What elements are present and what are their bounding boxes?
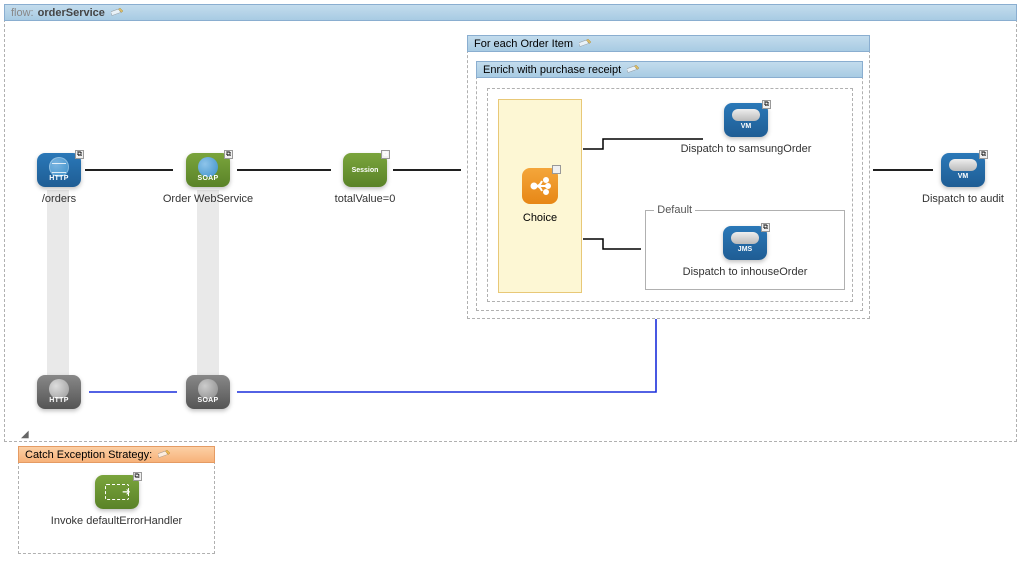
vm-icon: ⧉ — [724, 103, 768, 137]
config-badge-icon: ⧉ — [762, 100, 771, 109]
soap-response[interactable]: SOAP — [158, 375, 258, 409]
jms-inhouse-label: Dispatch to inhouseOrder — [655, 266, 835, 278]
enricher-scope[interactable]: Enrich with purchase receipt Choice ⧉ — [476, 61, 863, 311]
edit-icon[interactable] — [579, 37, 593, 50]
session-variable-label: totalValue=0 — [315, 193, 415, 205]
enricher-header[interactable]: Enrich with purchase receipt — [476, 61, 863, 78]
vm-samsung-label: Dispatch to samsungOrder — [656, 143, 836, 155]
exception-strategy-scope[interactable]: Catch Exception Strategy: ⧉ Invoke defau… — [18, 446, 215, 554]
flow-header[interactable]: flow: orderService — [4, 4, 1017, 21]
vm-audit-label: Dispatch to audit — [903, 193, 1023, 205]
session-icon: Session ⧉ — [343, 153, 387, 187]
exception-title: Catch Exception Strategy: — [25, 449, 152, 461]
soap-icon: SOAP ⧉ — [186, 153, 230, 187]
jms-icon: ⧉ — [723, 226, 767, 260]
edit-icon[interactable] — [627, 63, 641, 76]
flow-scope: flow: orderService HTTP ⧉ /orders SOAP ⧉… — [4, 4, 1017, 442]
soap-component[interactable]: SOAP ⧉ Order WebService — [158, 153, 258, 205]
choice-icon — [522, 168, 558, 204]
default-branch: Default ⧉ Dispatch to inhouseOrder — [645, 204, 845, 290]
choice-router[interactable]: Choice — [498, 99, 582, 293]
vm-icon: ⧉ — [941, 153, 985, 187]
config-badge-icon: ⧉ — [75, 150, 84, 159]
session-variable[interactable]: Session ⧉ totalValue=0 — [315, 153, 415, 205]
config-badge-icon: ⧉ — [979, 150, 988, 159]
edit-icon[interactable] — [111, 6, 125, 19]
vm-samsung-endpoint[interactable]: ⧉ Dispatch to samsungOrder — [656, 103, 836, 155]
flow-name: orderService — [38, 7, 105, 19]
http-type: HTTP — [37, 175, 81, 182]
vm-audit-endpoint[interactable]: ⧉ Dispatch to audit — [903, 153, 1023, 205]
soap-type: SOAP — [186, 397, 230, 404]
http-type: HTTP — [37, 397, 81, 404]
edit-icon[interactable] — [158, 448, 172, 461]
enricher-title: Enrich with purchase receipt — [483, 64, 621, 76]
http-return-bar — [47, 190, 69, 377]
http-endpoint-label: /orders — [9, 193, 109, 205]
session-type: Session — [352, 167, 379, 174]
choice-label: Choice — [499, 212, 581, 224]
flow-ref-error-handler[interactable]: ⧉ Invoke defaultErrorHandler — [27, 475, 207, 527]
exception-header[interactable]: Catch Exception Strategy: — [18, 446, 215, 463]
config-badge-icon: ⧉ — [381, 150, 390, 159]
flow-ref-label: Invoke defaultErrorHandler — [27, 515, 207, 527]
http-response[interactable]: HTTP — [9, 375, 109, 409]
jms-inhouse-endpoint[interactable]: ⧉ Dispatch to inhouseOrder — [655, 226, 835, 278]
foreach-scope[interactable]: For each Order Item Enrich with purchase… — [467, 35, 870, 319]
soap-component-label: Order WebService — [158, 193, 258, 205]
http-icon: HTTP ⧉ — [37, 153, 81, 187]
config-badge-icon — [552, 165, 561, 174]
flow-ref-icon: ⧉ — [95, 475, 139, 509]
default-legend: Default — [654, 204, 695, 216]
foreach-title: For each Order Item — [474, 38, 573, 50]
flow-label: flow: — [11, 7, 34, 19]
choice-scope[interactable]: Choice ⧉ Dispatch to samsungOrder Defaul… — [487, 88, 853, 302]
config-badge-icon: ⧉ — [133, 472, 142, 481]
foreach-header[interactable]: For each Order Item — [467, 35, 870, 52]
soap-return-bar — [197, 190, 219, 377]
soap-type: SOAP — [186, 175, 230, 182]
collapse-icon[interactable]: ◢ — [21, 429, 29, 440]
http-icon: HTTP — [37, 375, 81, 409]
soap-icon: SOAP — [186, 375, 230, 409]
http-endpoint[interactable]: HTTP ⧉ /orders — [9, 153, 109, 205]
config-badge-icon: ⧉ — [761, 223, 770, 232]
config-badge-icon: ⧉ — [224, 150, 233, 159]
